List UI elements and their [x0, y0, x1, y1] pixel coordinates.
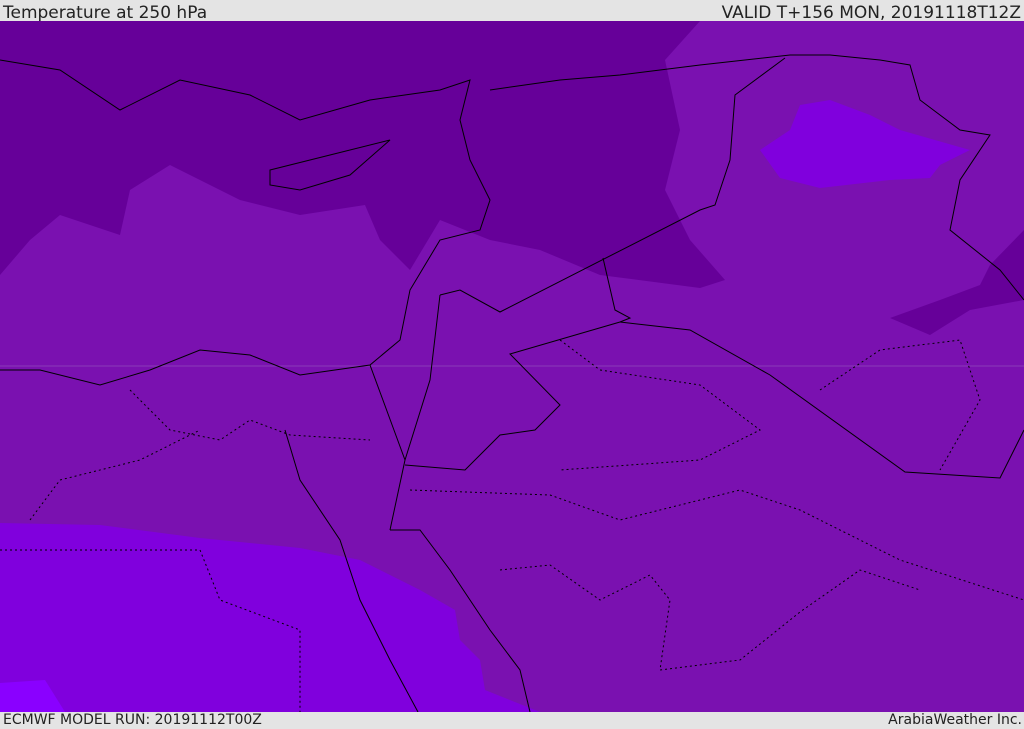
map-title: Temperature at 250 hPa	[3, 3, 208, 23]
temperature-map	[0, 21, 1024, 712]
credit: ArabiaWeather Inc.	[888, 712, 1022, 728]
model-run: ECMWF MODEL RUN: 20191112T00Z	[3, 712, 262, 728]
valid-time: VALID T+156 MON, 20191118T12Z	[721, 3, 1021, 23]
map-footer: ECMWF MODEL RUN: 20191112T00Z ArabiaWeat…	[0, 712, 1024, 729]
map-header: Temperature at 250 hPa VALID T+156 MON, …	[0, 0, 1024, 23]
